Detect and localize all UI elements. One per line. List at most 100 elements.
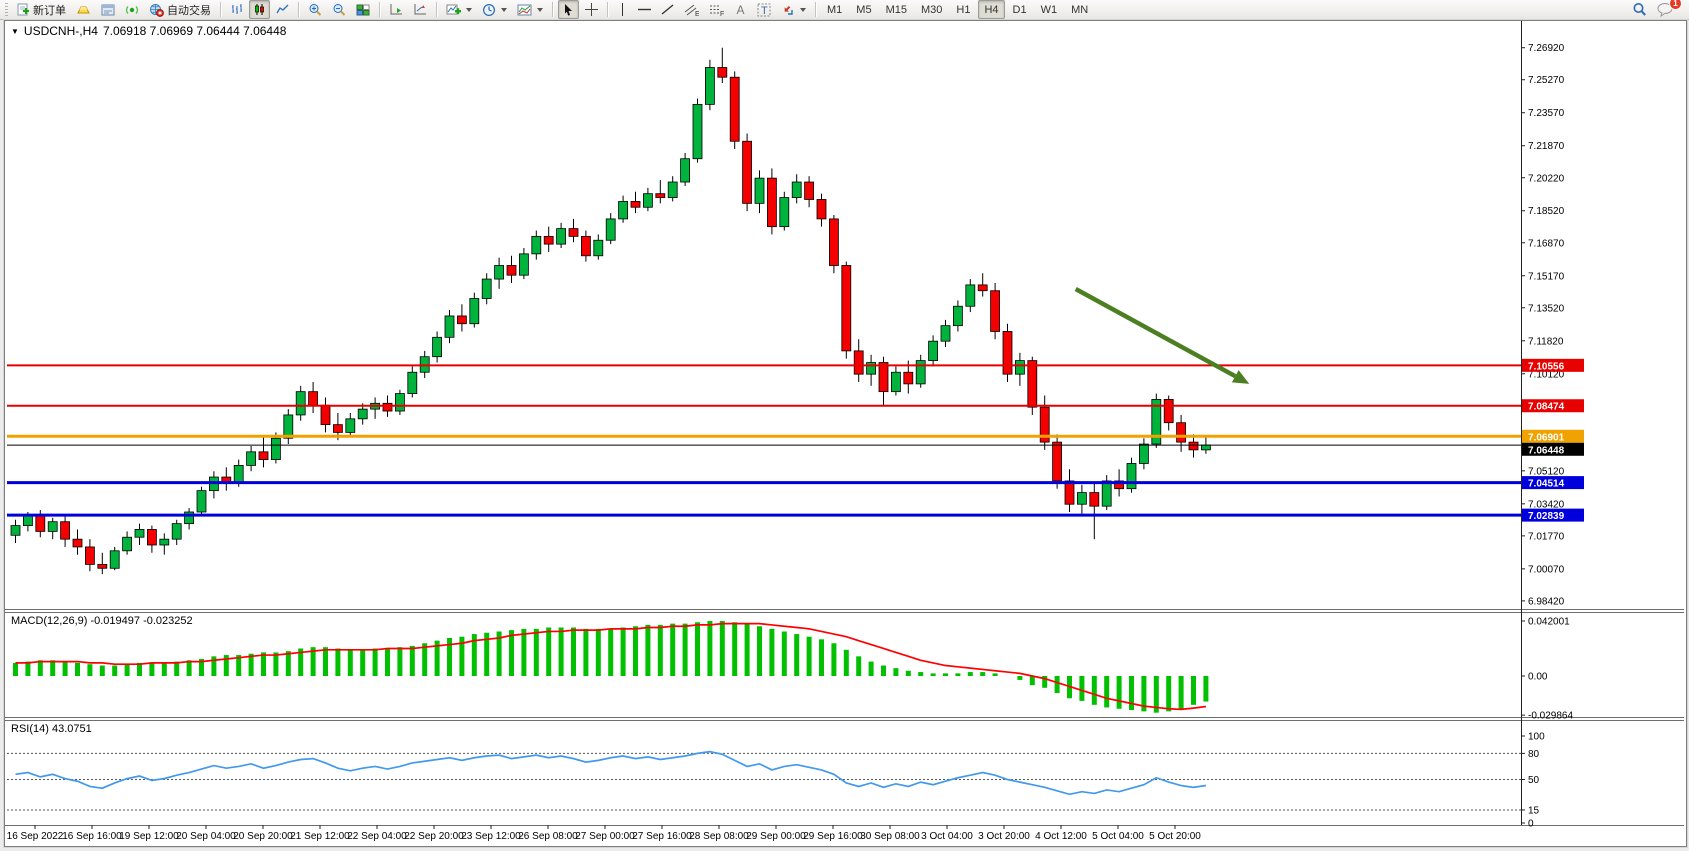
text-label-button[interactable]: T bbox=[753, 0, 775, 19]
new-order-button[interactable]: 新订单 bbox=[12, 0, 70, 19]
svg-text:3 Oct 04:00: 3 Oct 04:00 bbox=[921, 831, 973, 842]
svg-text:5 Oct 04:00: 5 Oct 04:00 bbox=[1092, 831, 1144, 842]
gold-button[interactable] bbox=[72, 0, 95, 19]
toolbar-separator bbox=[220, 2, 221, 17]
timeframe-mn-button[interactable]: MN bbox=[1065, 0, 1094, 19]
new-chart-button[interactable] bbox=[442, 0, 476, 19]
svg-text:7.18520: 7.18520 bbox=[1528, 206, 1565, 217]
trendline-button[interactable] bbox=[657, 0, 678, 19]
text-label-icon: T bbox=[757, 3, 771, 17]
dropdown-caret bbox=[800, 8, 806, 12]
svg-text:7.26920: 7.26920 bbox=[1528, 43, 1565, 54]
timeframe-d1-button[interactable]: D1 bbox=[1007, 0, 1033, 19]
time-axis-labels: 16 Sep 202216 Sep 16:0019 Sep 12:0020 Se… bbox=[7, 825, 1202, 842]
new-order-label: 新订单 bbox=[33, 2, 66, 18]
toolbar-separator bbox=[436, 2, 437, 17]
main-toolbar: 新订单 自动交易 bbox=[0, 0, 1689, 20]
template-icon bbox=[517, 3, 532, 17]
svg-text:7.04514: 7.04514 bbox=[1528, 479, 1565, 490]
price-axis-labels: 7.269207.252707.235707.218707.202207.185… bbox=[1521, 43, 1565, 607]
svg-text:7.08474: 7.08474 bbox=[1528, 402, 1565, 413]
clock-icon bbox=[482, 3, 496, 17]
svg-text:0.042001: 0.042001 bbox=[1528, 616, 1570, 627]
timeframe-m5-button[interactable]: M5 bbox=[850, 0, 877, 19]
timeframe-h4-button[interactable]: H4 bbox=[978, 0, 1004, 19]
chart-plot-area[interactable]: 7.269207.252707.235707.218707.202207.185… bbox=[5, 21, 1684, 844]
svg-text:26 Sep 08:00: 26 Sep 08:00 bbox=[518, 831, 578, 842]
toolbar-separator bbox=[379, 2, 380, 17]
timeframe-h1-button[interactable]: H1 bbox=[950, 0, 976, 19]
svg-text:21 Sep 12:00: 21 Sep 12:00 bbox=[290, 831, 350, 842]
svg-text:7.11820: 7.11820 bbox=[1528, 336, 1564, 347]
horizontal-lines bbox=[7, 365, 1521, 515]
trend-arrow bbox=[1076, 289, 1250, 384]
svg-text:7.06448: 7.06448 bbox=[1528, 445, 1565, 456]
svg-text:5 Oct 20:00: 5 Oct 20:00 bbox=[1149, 831, 1201, 842]
svg-text:29 Sep 00:00: 29 Sep 00:00 bbox=[746, 831, 806, 842]
equidistant-channel-button[interactable]: E bbox=[680, 0, 703, 19]
svg-text:20 Sep 20:00: 20 Sep 20:00 bbox=[233, 831, 293, 842]
signal-icon bbox=[125, 3, 139, 17]
chart-window: ▼ USDCNH-,H4 7.06918 7.06969 7.06444 7.0… bbox=[4, 20, 1687, 847]
horizontal-line-button[interactable] bbox=[634, 0, 655, 19]
svg-text:20 Sep 04:00: 20 Sep 04:00 bbox=[176, 831, 236, 842]
svg-text:27 Sep 00:00: 27 Sep 00:00 bbox=[575, 831, 635, 842]
fibonacci-icon: F bbox=[709, 3, 724, 17]
chat-button[interactable]: 1 bbox=[1653, 0, 1678, 19]
crosshair-icon bbox=[585, 3, 598, 16]
signals-button[interactable] bbox=[121, 0, 143, 19]
svg-text:6.98420: 6.98420 bbox=[1528, 596, 1565, 607]
svg-text:7.10556: 7.10556 bbox=[1528, 361, 1565, 372]
macd-indicator-label: MACD(12,26,9) -0.019497 -0.023252 bbox=[11, 615, 193, 627]
zoom-out-button[interactable] bbox=[328, 0, 350, 19]
text-button[interactable]: A bbox=[730, 0, 751, 19]
arrows-button[interactable] bbox=[777, 0, 810, 19]
svg-text:3 Oct 20:00: 3 Oct 20:00 bbox=[978, 831, 1030, 842]
bar-chart-icon bbox=[230, 3, 243, 16]
timeframe-w1-button[interactable]: W1 bbox=[1035, 0, 1064, 19]
candles bbox=[11, 48, 1210, 574]
svg-text:16 Sep 2022: 16 Sep 2022 bbox=[7, 831, 64, 842]
publisher-button[interactable] bbox=[97, 0, 119, 19]
timeframe-m30-button[interactable]: M30 bbox=[915, 0, 948, 19]
macd-histogram bbox=[16, 621, 1206, 713]
crosshair-button[interactable] bbox=[581, 0, 602, 19]
candlestick-chart-icon bbox=[253, 3, 266, 16]
vertical-line-button[interactable] bbox=[613, 0, 632, 19]
svg-text:7.02839: 7.02839 bbox=[1528, 511, 1565, 522]
chart-line-button[interactable] bbox=[272, 0, 293, 19]
toolbar-separator bbox=[815, 2, 816, 17]
chart-bars-button[interactable] bbox=[226, 0, 247, 19]
notification-badge: 1 bbox=[1669, 0, 1682, 10]
search-button[interactable] bbox=[1628, 0, 1651, 19]
svg-text:7.20220: 7.20220 bbox=[1528, 173, 1565, 184]
chart-candles-button[interactable] bbox=[249, 0, 270, 19]
tile-windows-button[interactable] bbox=[352, 0, 374, 19]
svg-text:7.16870: 7.16870 bbox=[1528, 238, 1565, 249]
svg-text:100: 100 bbox=[1528, 732, 1545, 743]
equidistant-channel-icon: E bbox=[684, 3, 699, 17]
collapse-triangle-icon[interactable]: ▼ bbox=[11, 27, 19, 36]
timeframe-m1-button[interactable]: M1 bbox=[821, 0, 848, 19]
svg-text:27 Sep 16:00: 27 Sep 16:00 bbox=[632, 831, 692, 842]
auto-trading-button[interactable]: 自动交易 bbox=[145, 0, 215, 19]
fibonacci-button[interactable]: F bbox=[705, 0, 728, 19]
chart-header: ▼ USDCNH-,H4 7.06918 7.06969 7.06444 7.0… bbox=[11, 24, 286, 38]
autotrade-globe-icon bbox=[149, 3, 164, 17]
auto-scroll-button[interactable] bbox=[385, 0, 407, 19]
period-button[interactable] bbox=[478, 0, 511, 19]
cursor-icon bbox=[562, 3, 575, 16]
zoom-in-button[interactable] bbox=[304, 0, 326, 19]
templates-button[interactable] bbox=[513, 0, 547, 19]
timeframe-m15-button[interactable]: M15 bbox=[880, 0, 913, 19]
dropdown-caret bbox=[501, 8, 507, 12]
macd-axis-labels: 0.0420010.00-0.029864 bbox=[1521, 616, 1573, 721]
svg-text:50: 50 bbox=[1528, 775, 1540, 786]
horizontal-line-icon bbox=[638, 3, 651, 16]
svg-text:E: E bbox=[695, 11, 699, 17]
cursor-button[interactable] bbox=[558, 0, 579, 19]
text-icon: A bbox=[734, 3, 747, 16]
svg-text:0: 0 bbox=[1528, 819, 1534, 830]
chart-shift-button[interactable] bbox=[409, 0, 431, 19]
publisher-icon bbox=[101, 3, 115, 17]
